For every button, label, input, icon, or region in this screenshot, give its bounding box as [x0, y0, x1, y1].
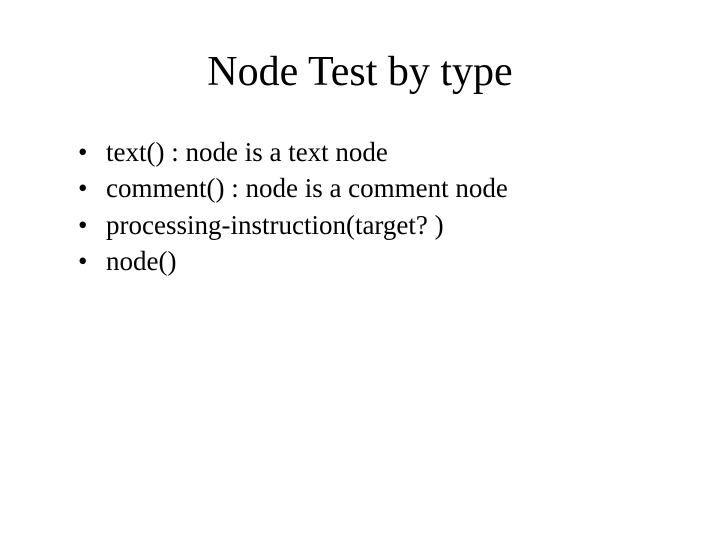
list-item: • node(): [78, 243, 670, 279]
bullet-icon: •: [78, 207, 98, 243]
bullet-icon: •: [78, 170, 98, 206]
slide-container: Node Test by type • text() : node is a t…: [0, 0, 720, 540]
bullet-text: text() : node is a text node: [98, 134, 388, 170]
list-item: • processing-instruction(target? ): [78, 207, 670, 243]
bullet-list: • text() : node is a text node • comment…: [50, 134, 670, 280]
bullet-text: processing-instruction(target? ): [98, 207, 444, 243]
slide-title: Node Test by type: [50, 48, 670, 96]
bullet-icon: •: [78, 243, 98, 279]
list-item: • comment() : node is a comment node: [78, 170, 670, 206]
bullet-text: comment() : node is a comment node: [98, 170, 508, 206]
list-item: • text() : node is a text node: [78, 134, 670, 170]
bullet-text: node(): [98, 243, 176, 279]
bullet-icon: •: [78, 134, 98, 170]
